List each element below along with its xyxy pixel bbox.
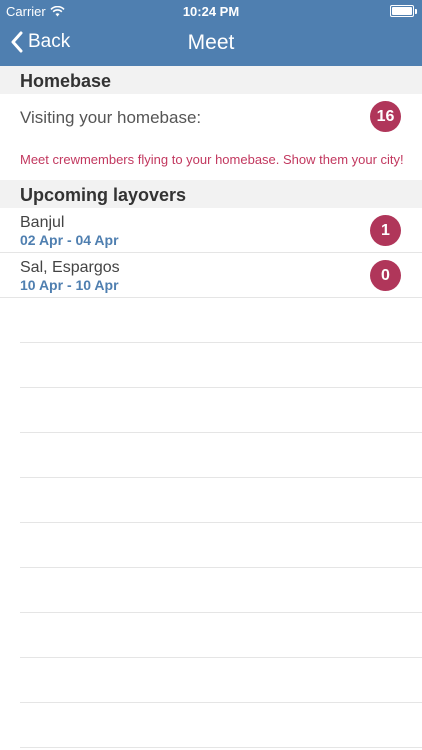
homebase-header-label: Homebase (20, 71, 112, 91)
homebase-count-badge: 16 (370, 101, 401, 132)
layovers-section-header: Upcoming layovers (0, 180, 422, 208)
page-title: Meet (187, 31, 235, 54)
empty-row-divider (20, 747, 422, 748)
empty-row-divider (20, 522, 422, 523)
layover-count-badge: 0 (370, 260, 401, 291)
homebase-section-header: Homebase (0, 66, 422, 94)
empty-row-divider (20, 567, 422, 568)
navigation-bar: Back Meet (0, 22, 422, 66)
empty-row-divider (20, 612, 422, 613)
layover-count-badge: 1 (370, 215, 401, 246)
empty-row-divider (20, 477, 422, 478)
layover-city: Banjul (20, 214, 65, 231)
homebase-hint: Meet crewmembers flying to your homebase… (20, 152, 404, 167)
empty-row-divider (20, 342, 422, 343)
homebase-row[interactable]: Visiting your homebase: 16 (0, 94, 422, 140)
layover-row[interactable]: Sal, Espargos 10 Apr - 10 Apr 0 (0, 253, 422, 298)
layovers-header-label: Upcoming layovers (20, 185, 187, 205)
homebase-label: Visiting your homebase: (20, 108, 202, 127)
layover-city: Sal, Espargos (20, 259, 120, 276)
empty-row-divider (20, 432, 422, 433)
battery-icon (390, 5, 417, 17)
layover-row[interactable]: Banjul 02 Apr - 04 Apr 1 (0, 208, 422, 253)
header-bar: Carrier 10:24 PM Back Meet (0, 0, 422, 66)
status-bar: Carrier 10:24 PM (0, 0, 422, 22)
status-time: 10:24 PM (182, 4, 240, 19)
layover-dates: 10 Apr - 10 Apr (20, 277, 119, 293)
empty-row-divider (20, 657, 422, 658)
layover-dates: 02 Apr - 04 Apr (20, 232, 119, 248)
empty-row-divider (20, 387, 422, 388)
empty-row-divider (20, 702, 422, 703)
